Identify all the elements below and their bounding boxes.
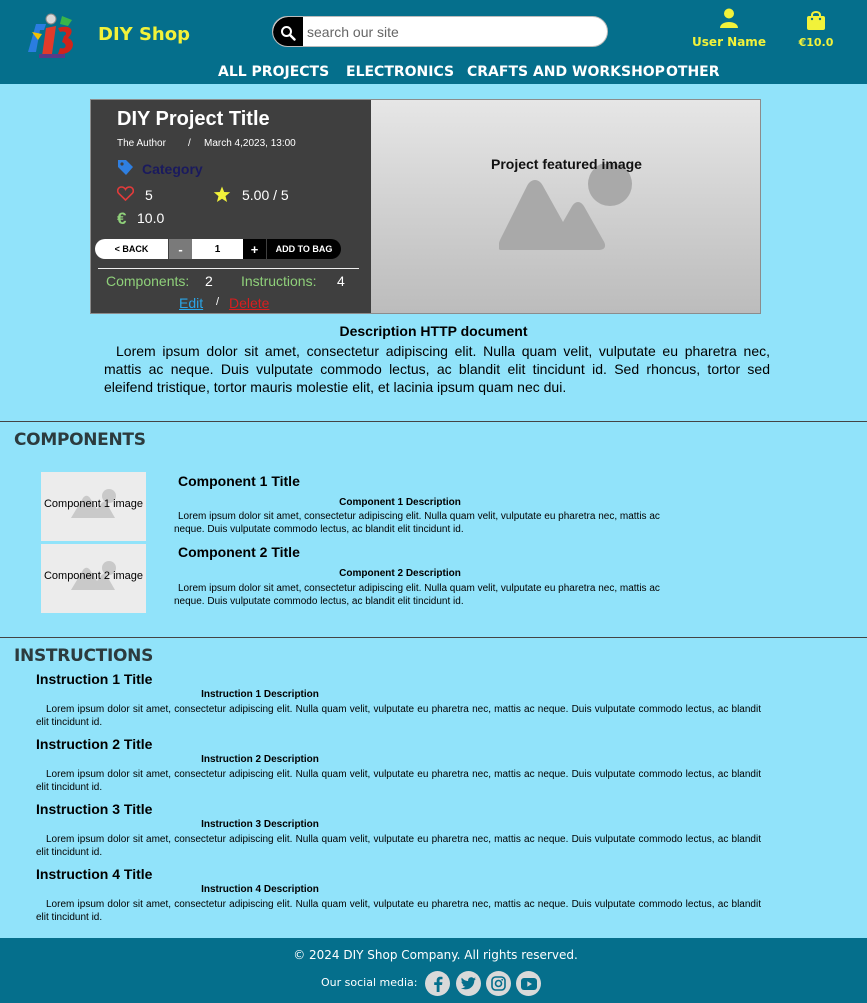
edit-link[interactable]: Edit (179, 295, 203, 311)
component-image-label: Component 2 image (43, 570, 144, 582)
featured-image-label: Project featured image (491, 156, 642, 172)
instruction-description: Lorem ipsum dolor sit amet, consectetur … (36, 769, 761, 793)
description-text: Lorem ipsum dolor sit amet, consectetur … (104, 343, 770, 395)
instruction-description-title: Instruction 4 Description (201, 884, 319, 895)
project-info-panel: DIY Project Title The Author / March 4,2… (91, 100, 371, 313)
quantity-decrease-button[interactable]: - (169, 239, 192, 259)
nav-other[interactable]: OTHER (666, 64, 720, 80)
search-button[interactable] (273, 17, 303, 46)
instagram-icon[interactable] (486, 971, 511, 996)
euro-icon: € (117, 209, 127, 228)
search-bar (272, 16, 608, 47)
component-description: Lorem ipsum dolor sit amet, consectetur … (174, 511, 660, 535)
instruction-description: Lorem ipsum dolor sit amet, consectetur … (36, 834, 761, 858)
search-icon (281, 25, 296, 41)
instruction-description-title: Instruction 3 Description (201, 819, 319, 830)
instruction-description-title: Instruction 1 Description (201, 689, 319, 700)
quantity-input[interactable] (192, 239, 243, 259)
project-date: March 4,2023, 13:00 (204, 138, 296, 149)
nav-crafts-and-workshop[interactable]: CRAFTS AND WORKSHOP (467, 64, 665, 80)
twitter-icon[interactable] (456, 971, 481, 996)
delete-link[interactable]: Delete (229, 295, 269, 311)
cart-total: €10.0 (798, 36, 834, 49)
instructions-count: 4 (337, 273, 345, 289)
shopping-bag-icon (807, 11, 825, 30)
component-title: Component 2 Title (178, 544, 300, 560)
site-footer: © 2024 DIY Shop Company. All rights rese… (0, 938, 867, 1003)
project-title: DIY Project Title (117, 108, 270, 130)
components-count-label: Components: (106, 273, 190, 289)
instructions-heading: INSTRUCTIONS (14, 646, 154, 666)
social-media-label: Our social media: (321, 976, 418, 989)
tag-icon (118, 160, 133, 175)
project-category[interactable]: Category (142, 161, 203, 177)
components-count: 2 (205, 273, 213, 289)
back-button[interactable]: < BACK (95, 239, 168, 259)
instruction-title: Instruction 4 Title (36, 866, 153, 882)
copyright-text: © 2024 DIY Shop Company. All rights rese… (293, 948, 578, 962)
component-title: Component 1 Title (178, 473, 300, 489)
nav-electronics[interactable]: ELECTRONICS (346, 64, 454, 80)
main-nav: ALL PROJECTS ELECTRONICS CRAFTS AND WORK… (0, 64, 867, 84)
instruction-title: Instruction 2 Title (36, 736, 153, 752)
info-divider (98, 268, 359, 269)
user-menu[interactable]: User Name (692, 8, 766, 49)
instruction-description: Lorem ipsum dolor sit amet, consectetur … (36, 899, 761, 923)
instruction-description-title: Instruction 2 Description (201, 754, 319, 765)
component-image-label: Component 1 image (43, 498, 144, 510)
section-divider (0, 421, 867, 422)
component-image[interactable]: Component 1 image (41, 472, 146, 541)
heart-icon[interactable] (117, 186, 134, 201)
brand-name[interactable]: DIY Shop (98, 24, 190, 45)
youtube-icon[interactable] (516, 971, 541, 996)
facebook-icon[interactable] (425, 971, 450, 996)
meta-separator: / (188, 138, 191, 149)
nav-all-projects[interactable]: ALL PROJECTS (218, 64, 329, 80)
quantity-increase-button[interactable]: + (243, 239, 266, 259)
instruction-title: Instruction 3 Title (36, 801, 153, 817)
component-description-title: Component 1 Description (339, 497, 461, 508)
image-placeholder-icon (499, 164, 632, 250)
featured-image: Project featured image (371, 100, 760, 313)
action-separator: / (216, 296, 220, 308)
component-description: Lorem ipsum dolor sit amet, consectetur … (174, 583, 660, 607)
site-header: DIY Shop User Name €10.0 ALL PROJECTS EL… (0, 0, 867, 84)
instruction-title: Instruction 1 Title (36, 671, 153, 687)
user-name: User Name (692, 35, 766, 49)
component-description-title: Component 2 Description (339, 568, 461, 579)
section-divider (0, 637, 867, 638)
likes-count: 5 (145, 187, 153, 203)
description-title: Description HTTP document (339, 323, 528, 339)
instructions-count-label: Instructions: (241, 273, 317, 289)
user-icon (720, 8, 738, 28)
star-icon (213, 186, 231, 202)
rating-value: 5.00 / 5 (242, 187, 289, 203)
project-author[interactable]: The Author (117, 138, 166, 149)
search-input[interactable] (307, 21, 597, 43)
brand-logo[interactable] (22, 10, 82, 62)
instruction-description: Lorem ipsum dolor sit amet, consectetur … (36, 704, 761, 728)
components-heading: COMPONENTS (14, 430, 146, 450)
project-card: DIY Project Title The Author / March 4,2… (90, 99, 761, 314)
component-image[interactable]: Component 2 image (41, 544, 146, 613)
project-price: 10.0 (137, 210, 165, 226)
cart-button[interactable]: €10.0 (796, 10, 836, 49)
add-to-bag-button[interactable]: ADD TO BAG (267, 239, 341, 259)
